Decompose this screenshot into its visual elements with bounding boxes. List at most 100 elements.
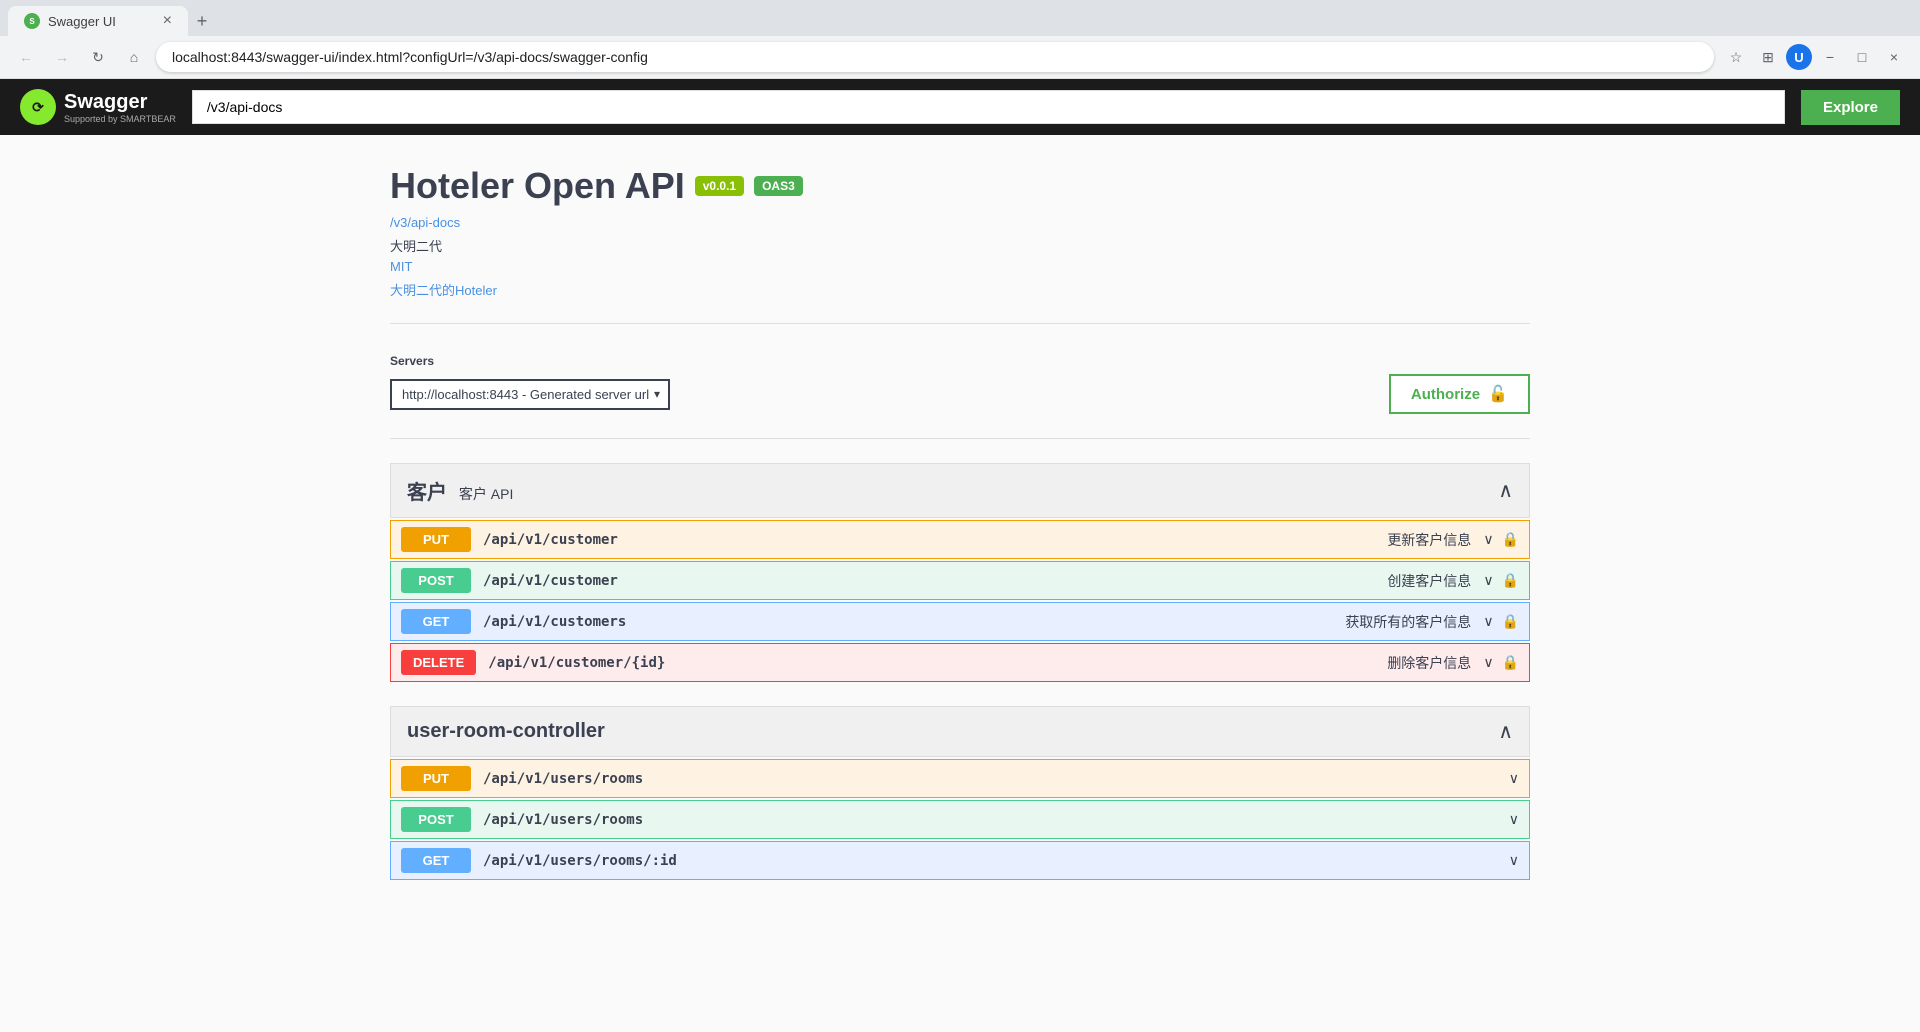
api-group-customers-subtitle: 客户 API — [459, 486, 513, 502]
post-users-rooms-path: /api/v1/users/rooms — [483, 812, 1485, 828]
post-customer-chevron-icon: ∨ — [1483, 572, 1493, 589]
authorize-label: Authorize — [1411, 386, 1480, 403]
minimize-button[interactable]: − — [1816, 43, 1844, 71]
servers-select-wrapper: http://localhost:8443 - Generated server… — [390, 379, 670, 410]
get-customers-chevron-icon: ∨ — [1483, 613, 1493, 630]
tab-favicon: S — [24, 13, 40, 29]
api-groups: 客户 客户 API ∧ PUT /api/v1/customer 更新客户信息 … — [390, 463, 1530, 880]
home-button[interactable]: ⌂ — [120, 43, 148, 71]
authorize-button[interactable]: Authorize 🔓 — [1389, 374, 1530, 414]
put-users-rooms-chevron-icon: ∨ — [1509, 770, 1519, 787]
endpoint-post-users-rooms[interactable]: POST /api/v1/users/rooms ∨ — [390, 800, 1530, 839]
put-customer-chevron-icon: ∨ — [1483, 531, 1493, 548]
swagger-topbar: ⟳ Swagger Supported by SMARTBEAR Explore — [0, 79, 1920, 135]
servers-section: Servers http://localhost:8443 - Generate… — [390, 354, 1530, 414]
swagger-logo-text: Swagger — [64, 91, 147, 113]
endpoint-put-customer[interactable]: PUT /api/v1/customer 更新客户信息 ∨ 🔒 — [390, 520, 1530, 559]
endpoint-put-users-rooms[interactable]: PUT /api/v1/users/rooms ∨ — [390, 759, 1530, 798]
bookmark-button[interactable]: ☆ — [1722, 43, 1750, 71]
method-get-users-rooms-id-badge: GET — [401, 848, 471, 873]
endpoint-delete-customer[interactable]: DELETE /api/v1/customer/{id} 删除客户信息 ∨ 🔒 — [390, 643, 1530, 682]
user-avatar[interactable]: U — [1786, 44, 1812, 70]
delete-customer-chevron-icon: ∨ — [1483, 654, 1493, 671]
servers-row: http://localhost:8443 - Generated server… — [390, 374, 1530, 414]
address-bar: ← → ↻ ⌂ ☆ ⊞ U − □ × — [0, 36, 1920, 78]
collapse-customers-icon: ∧ — [1498, 478, 1513, 503]
api-title: Hoteler Open API — [390, 165, 685, 207]
api-group-user-room-header[interactable]: user-room-controller ∧ — [390, 706, 1530, 757]
api-group-user-room-title: user-room-controller — [407, 720, 605, 742]
divider2 — [390, 438, 1530, 439]
delete-customer-path: /api/v1/customer/{id} — [488, 655, 1375, 671]
method-post-users-rooms-badge: POST — [401, 807, 471, 832]
api-author: 大明二代 — [390, 236, 1530, 255]
endpoint-post-customer[interactable]: POST /api/v1/customer 创建客户信息 ∨ 🔒 — [390, 561, 1530, 600]
refresh-button[interactable]: ↻ — [84, 43, 112, 71]
servers-label: Servers — [390, 354, 1530, 368]
version-badge: v0.0.1 — [695, 176, 744, 196]
swagger-url-input[interactable] — [192, 90, 1785, 124]
explore-button[interactable]: Explore — [1801, 90, 1900, 125]
get-users-rooms-id-right: ∨ — [1509, 852, 1519, 869]
method-put-users-rooms-badge: PUT — [401, 766, 471, 791]
method-delete-badge: DELETE — [401, 650, 476, 675]
lock-icon: 🔓 — [1488, 384, 1508, 404]
api-group-customers: 客户 客户 API ∧ PUT /api/v1/customer 更新客户信息 … — [390, 463, 1530, 682]
collapse-user-room-icon: ∧ — [1498, 719, 1513, 744]
method-post-badge: POST — [401, 568, 471, 593]
get-customers-summary: 获取所有的客户信息 — [1345, 612, 1471, 632]
endpoint-get-customers[interactable]: GET /api/v1/customers 获取所有的客户信息 ∨ 🔒 — [390, 602, 1530, 641]
put-customer-path: /api/v1/customer — [483, 532, 1375, 548]
method-get-badge: GET — [401, 609, 471, 634]
restore-button[interactable]: □ — [1848, 43, 1876, 71]
get-customers-right: ∨ 🔒 — [1483, 613, 1519, 630]
api-group-customers-title: 客户 — [407, 482, 447, 504]
swagger-logo-text-block: Swagger Supported by SMARTBEAR — [64, 91, 176, 124]
get-customers-path: /api/v1/customers — [483, 614, 1333, 630]
put-customer-right: ∨ 🔒 — [1483, 531, 1519, 548]
post-customer-right: ∨ 🔒 — [1483, 572, 1519, 589]
new-tab-button[interactable]: + — [188, 7, 216, 35]
divider — [390, 323, 1530, 324]
browser-actions: ☆ ⊞ U − □ × — [1722, 43, 1908, 71]
api-group-user-room: user-room-controller ∧ PUT /api/v1/users… — [390, 706, 1530, 880]
post-customer-lock-icon: 🔒 — [1502, 572, 1519, 589]
swagger-logo: ⟳ Swagger Supported by SMARTBEAR — [20, 89, 176, 125]
tab-title: Swagger UI — [48, 14, 155, 29]
forward-button[interactable]: → — [48, 43, 76, 71]
post-users-rooms-chevron-icon: ∨ — [1509, 811, 1519, 828]
delete-customer-lock-icon: 🔒 — [1502, 654, 1519, 671]
post-users-rooms-right: ∨ — [1509, 811, 1519, 828]
back-button[interactable]: ← — [12, 43, 40, 71]
swagger-content: Hoteler Open API v0.0.1 OAS3 /v3/api-doc… — [370, 135, 1550, 934]
close-window-button[interactable]: × — [1880, 43, 1908, 71]
post-customer-summary: 创建客户信息 — [1387, 571, 1471, 591]
put-customer-lock-icon: 🔒 — [1502, 531, 1519, 548]
address-input[interactable] — [156, 42, 1714, 72]
extensions-button[interactable]: ⊞ — [1754, 43, 1782, 71]
endpoint-get-users-rooms-id[interactable]: GET /api/v1/users/rooms/:id ∨ — [390, 841, 1530, 880]
post-customer-path: /api/v1/customer — [483, 573, 1375, 589]
put-customer-summary: 更新客户信息 — [1387, 530, 1471, 550]
tab-close-button[interactable]: × — [163, 12, 172, 30]
put-users-rooms-path: /api/v1/users/rooms — [483, 771, 1485, 787]
browser-chrome: S Swagger UI × + ← → ↻ ⌂ ☆ ⊞ U − □ × — [0, 0, 1920, 79]
delete-customer-right: ∨ 🔒 — [1483, 654, 1519, 671]
author-link[interactable]: 大明二代的Hoteler — [390, 280, 1530, 299]
method-put-badge: PUT — [401, 527, 471, 552]
servers-select[interactable]: http://localhost:8443 - Generated server… — [390, 379, 670, 410]
api-group-customers-header[interactable]: 客户 客户 API ∧ — [390, 463, 1530, 518]
get-users-rooms-id-path: /api/v1/users/rooms/:id — [483, 853, 1485, 869]
get-users-rooms-id-chevron-icon: ∨ — [1509, 852, 1519, 869]
put-users-rooms-right: ∨ — [1509, 770, 1519, 787]
active-tab[interactable]: S Swagger UI × — [8, 6, 188, 36]
swagger-logo-icon: ⟳ — [20, 89, 56, 125]
api-group-customers-title-row: 客户 客户 API — [407, 476, 513, 505]
api-docs-link[interactable]: /v3/api-docs — [390, 215, 1530, 230]
swagger-logo-sub: Supported by SMARTBEAR — [64, 114, 176, 124]
api-group-user-room-title-row: user-room-controller — [407, 720, 605, 743]
api-title-row: Hoteler Open API v0.0.1 OAS3 — [390, 165, 1530, 207]
browser-tabs: S Swagger UI × + — [0, 0, 1920, 36]
license-link[interactable]: MIT — [390, 259, 1530, 274]
delete-customer-summary: 删除客户信息 — [1387, 653, 1471, 673]
